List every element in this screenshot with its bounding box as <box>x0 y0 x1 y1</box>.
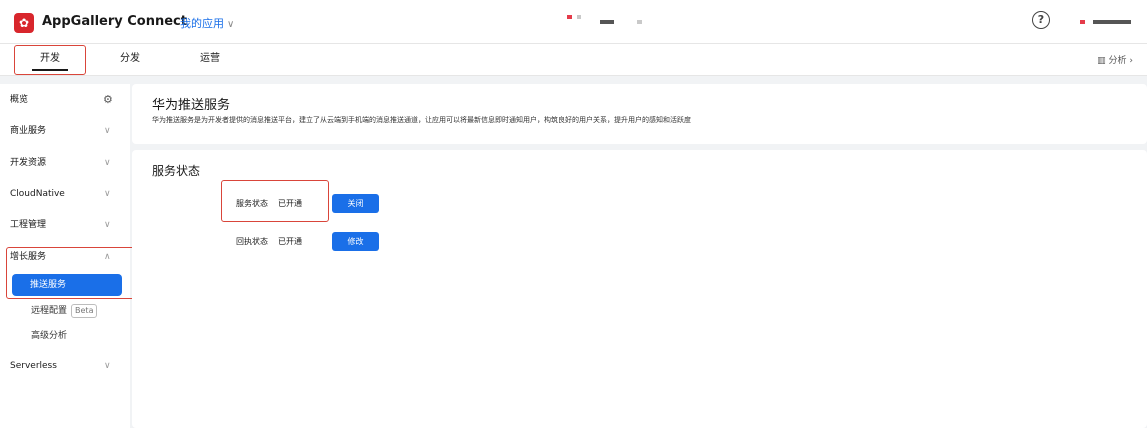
tab-active-underline <box>32 69 68 71</box>
sidebar-item-label: 远程配置 <box>31 306 68 316</box>
receipt-status-label: 回执状态 <box>236 237 268 246</box>
sidebar-item-dev-resources[interactable]: 开发资源 ∨ <box>0 152 130 174</box>
sidebar-item-serverless[interactable]: Serverless ∨ <box>0 355 130 377</box>
receipt-status-value: 已开通 <box>278 237 302 246</box>
tab-distribute[interactable]: 分发 <box>110 44 150 74</box>
chevron-down-icon: ∨ <box>104 361 111 371</box>
service-status-panel: 服务状态 服务状态 已开通 关闭 回执状态 已开通 修改 <box>132 150 1147 428</box>
service-intro-panel: 华为推送服务 华为推送服务是为开发者提供的消息推送平台，建立了从云端到手机端的消… <box>132 84 1147 144</box>
chevron-down-icon: ∨ <box>104 126 111 136</box>
close-service-button[interactable]: 关闭 <box>332 194 379 213</box>
service-status-label: 服务状态 <box>236 199 268 208</box>
sidebar-item-label: Serverless <box>10 361 57 371</box>
sidebar-item-label: 概览 <box>10 95 29 105</box>
chevron-right-icon: › <box>1129 56 1133 66</box>
main-tab-bar: 开发 分发 运营 ▥ 分析 › <box>0 44 1147 76</box>
sidebar-item-overview[interactable]: 概览 ⚙ <box>0 89 130 111</box>
help-icon[interactable]: ? <box>1032 11 1050 29</box>
chevron-down-icon: ∨ <box>104 220 111 230</box>
modify-receipt-button[interactable]: 修改 <box>332 232 379 251</box>
growth-highlight-box <box>6 247 136 299</box>
service-description: 华为推送服务是为开发者提供的消息推送平台，建立了从云端到手机端的消息推送通道，让… <box>152 116 691 124</box>
chevron-down-icon: ∨ <box>227 19 235 30</box>
app-title[interactable]: AppGallery Connect <box>42 14 187 29</box>
sidebar-item-label: 开发资源 <box>10 158 47 168</box>
sidebar-item-cloudnative[interactable]: CloudNative ∨ <box>0 183 130 205</box>
sidebar-item-business[interactable]: 商业服务 ∨ <box>0 120 130 142</box>
service-status-value: 已开通 <box>278 199 302 208</box>
sidebar-item-advanced-analytics[interactable]: 高级分析 <box>31 328 67 344</box>
chevron-down-icon: ∨ <box>104 158 111 168</box>
redacted-block <box>637 20 642 24</box>
tab-operate[interactable]: 运营 <box>190 44 230 74</box>
gear-icon[interactable]: ⚙ <box>103 89 113 111</box>
section-title: 服务状态 <box>152 164 201 178</box>
top-bar: ✿ AppGallery Connect 我的应用 ∨ ? <box>0 0 1147 44</box>
bar-chart-icon: ▥ <box>1097 56 1106 66</box>
analysis-label: 分析 <box>1108 56 1127 66</box>
app-switcher[interactable]: 我的应用 ∨ <box>180 15 234 31</box>
analysis-link[interactable]: ▥ 分析 › <box>1097 53 1133 66</box>
redacted-block <box>567 15 572 19</box>
sidebar-item-engineering[interactable]: 工程管理 ∨ <box>0 214 130 236</box>
sidebar-item-label: CloudNative <box>10 189 65 199</box>
user-avatar-redacted[interactable] <box>1080 20 1085 24</box>
huawei-logo-icon[interactable]: ✿ <box>14 13 34 33</box>
redacted-block <box>600 20 614 24</box>
redacted-block <box>577 15 581 19</box>
sidebar-item-label: 商业服务 <box>10 126 47 136</box>
chevron-down-icon: ∨ <box>104 189 111 199</box>
sidebar-item-label: 工程管理 <box>10 220 47 230</box>
app-switcher-label: 我的应用 <box>180 17 224 30</box>
page-title: 华为推送服务 <box>152 98 231 113</box>
sidebar-item-remote-config[interactable]: 远程配置 Beta <box>31 303 98 319</box>
user-name-redacted[interactable] <box>1093 20 1131 24</box>
beta-badge: Beta <box>71 304 98 318</box>
